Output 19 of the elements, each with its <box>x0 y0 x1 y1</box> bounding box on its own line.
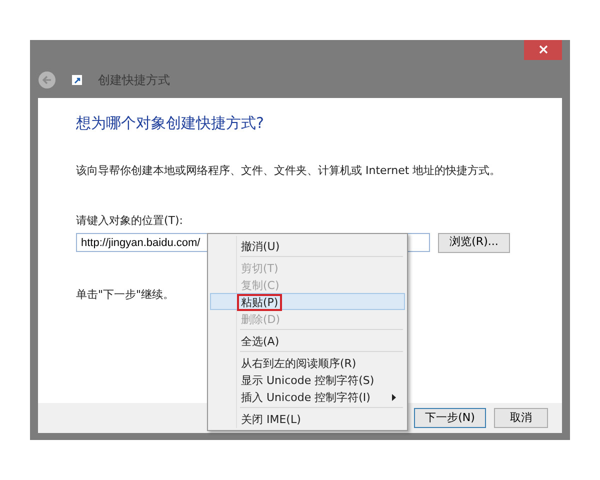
menu-item[interactable]: 粘贴(P) <box>210 293 405 310</box>
menu-item[interactable]: 显示 Unicode 控制字符(S) <box>210 371 405 388</box>
menu-item[interactable]: 从右到左的阅读顺序(R) <box>210 354 405 371</box>
next-button[interactable]: 下一步(N) <box>414 408 486 428</box>
highlight-annotation: 粘贴(P) <box>237 294 282 311</box>
close-button[interactable] <box>524 40 562 60</box>
browse-button[interactable]: 浏览(R)... <box>438 232 510 252</box>
description-text: 该向导帮你创建本地或网络程序、文件、文件夹、计算机或 Internet 地址的快捷方式。 <box>76 162 502 178</box>
menu-item[interactable]: 插入 Unicode 控制字符(I) <box>210 388 405 405</box>
window-title: 创建快捷方式 <box>98 72 170 89</box>
menu-item[interactable]: 关闭 IME(L) <box>210 410 405 427</box>
page-heading: 想为哪个对象创建快捷方式? <box>76 113 265 134</box>
location-label: 请键入对象的位置(T): <box>76 213 184 229</box>
menu-item[interactable]: 撤消(U) <box>210 237 405 254</box>
shortcut-icon <box>72 75 82 85</box>
menu-item[interactable]: 全选(A) <box>210 332 405 349</box>
hint-text: 单击"下一步"继续。 <box>76 286 174 302</box>
close-icon <box>538 44 548 54</box>
cancel-button[interactable]: 取消 <box>494 408 548 428</box>
